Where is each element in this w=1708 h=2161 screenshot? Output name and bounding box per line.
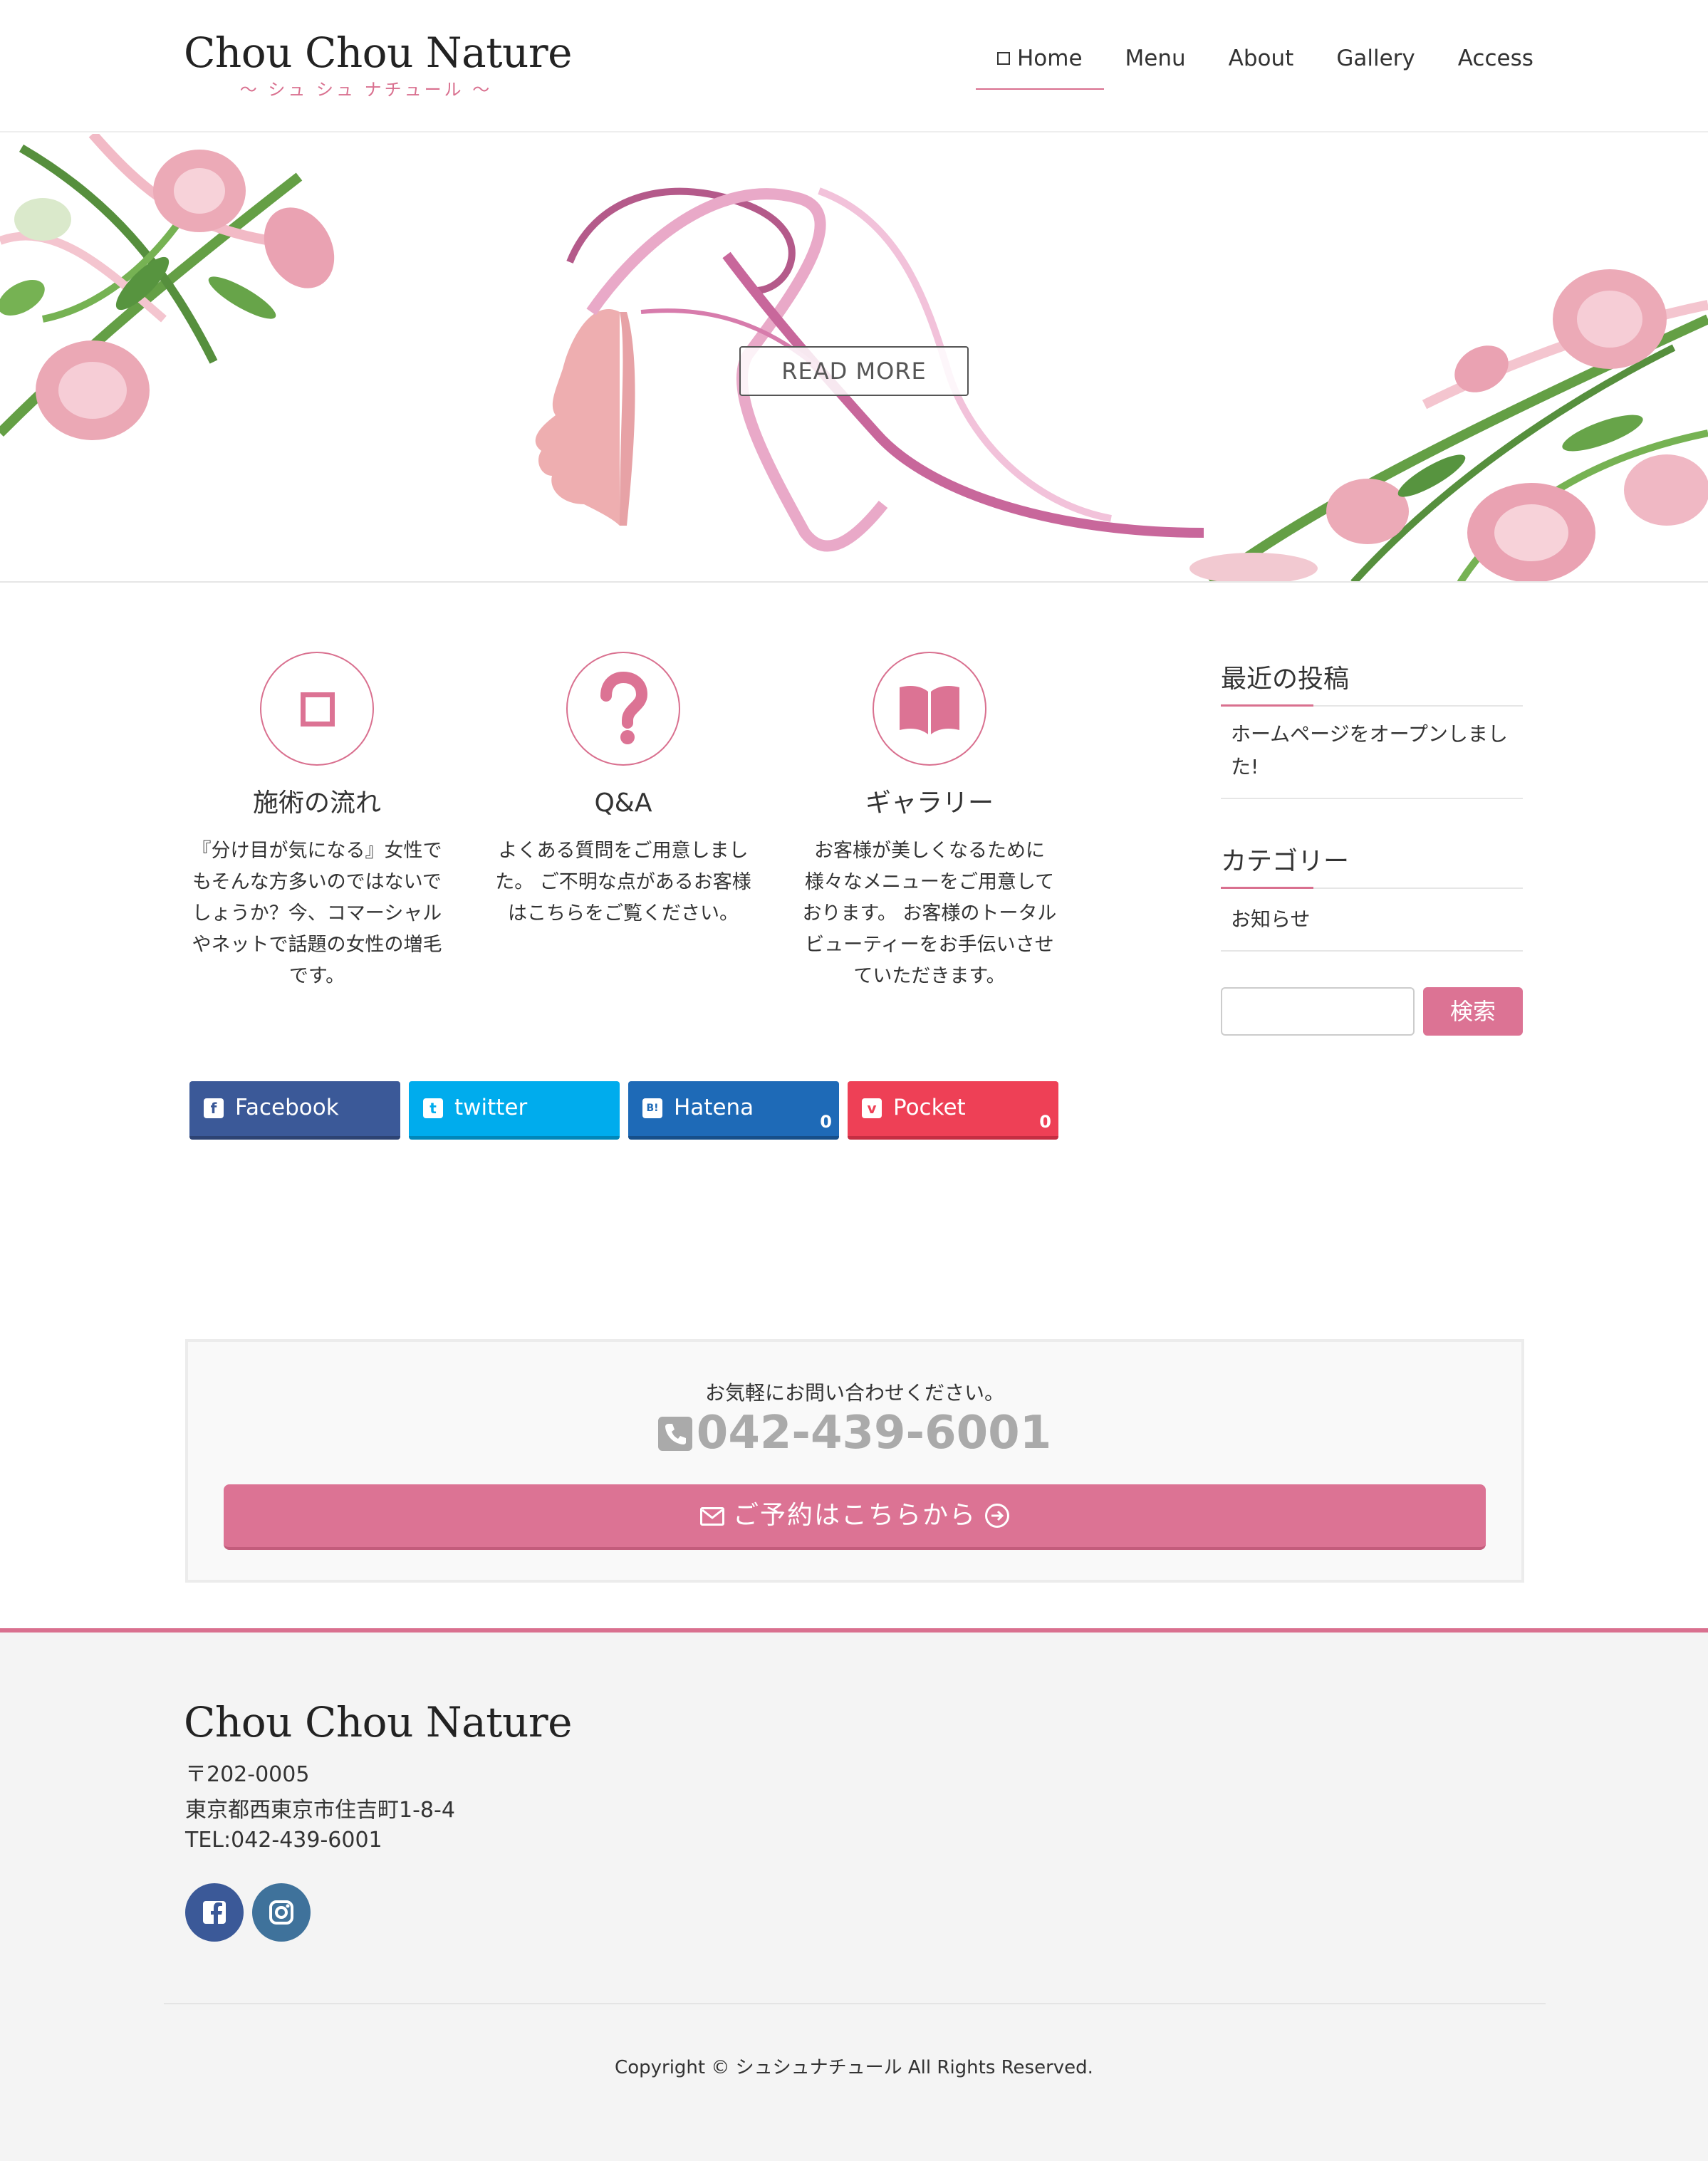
pocket-icon: v — [862, 1098, 882, 1118]
categories-title: カテゴリー — [1221, 840, 1523, 889]
nav-access-label: Access — [1457, 46, 1533, 71]
read-more-button[interactable]: READ MORE — [739, 346, 969, 396]
nav-about-label: About — [1228, 46, 1294, 71]
feature-qa: Q&A よくある質問をご用意しました。 ご不明な点があるお客様はこちらをご覧くだ… — [491, 652, 755, 930]
reservation-label: ご予約はこちらから — [732, 1501, 977, 1530]
footer-logo[interactable]: Chou Chou Nature — [184, 1698, 572, 1746]
facebook-icon — [203, 1901, 226, 1924]
footer-address: 東京都西東京市住吉町1-8-4 — [185, 1798, 455, 1823]
hero-banner: READ MORE — [0, 134, 1708, 583]
question-icon — [600, 671, 648, 744]
share-facebook-button[interactable]: f Facebook — [189, 1081, 400, 1140]
woman-profile — [535, 309, 635, 526]
share-count: 0 — [820, 1112, 832, 1132]
share-pocket-button[interactable]: v Pocket 0 — [848, 1081, 1058, 1140]
nav-about[interactable]: About — [1207, 38, 1316, 90]
contact-box: お気軽にお問い合わせください。 042-439-6001 ご予約はこちらから — [185, 1339, 1524, 1583]
contact-lead: お気軽にお問い合わせください。 — [704, 1381, 1004, 1405]
category-item[interactable]: お知らせ — [1221, 903, 1523, 952]
search-button[interactable]: 検索 — [1423, 987, 1523, 1036]
nav-gallery-label: Gallery — [1336, 46, 1415, 71]
hatena-icon: B! — [642, 1098, 662, 1118]
phone-icon — [657, 1417, 692, 1451]
feature-gallery-icon-circle[interactable] — [873, 652, 986, 766]
recent-posts-title: 最近の投稿 — [1221, 658, 1523, 707]
footer-tel: TEL:042-439-6001 — [185, 1828, 382, 1853]
categories-heading: カテゴリー — [1221, 847, 1350, 876]
nav-menu-label: Menu — [1125, 46, 1186, 71]
nav-menu[interactable]: Menu — [1104, 38, 1207, 90]
share-count: 0 — [1039, 1112, 1051, 1132]
share-label: Pocket — [893, 1095, 966, 1120]
site-footer: Chou Chou Nature 〒202-0005 東京都西東京市住吉町1-8… — [0, 1628, 1708, 2161]
nav-gallery[interactable]: Gallery — [1315, 38, 1436, 90]
nav-home[interactable]: Home — [976, 38, 1104, 90]
feature-text: 『分け目が気になる』女性でもそんな方多いのではないでしょうか？今、コマーシャルや… — [192, 840, 442, 987]
nav-access[interactable]: Access — [1437, 38, 1555, 90]
nav-home-label: Home — [1017, 46, 1083, 71]
square-icon — [301, 692, 335, 727]
twitter-icon: t — [423, 1098, 443, 1118]
site-header: Chou Chou Nature 〜 シュ シュ ナチュール 〜 Home Me… — [0, 0, 1708, 132]
feature-title[interactable]: ギャラリー — [798, 787, 1061, 820]
feature-text: お客様が美しくなるために様々なメニューをご用意しております。 お客様のトータルビ… — [802, 840, 1057, 987]
share-label: Facebook — [235, 1095, 339, 1120]
reservation-button[interactable]: ご予約はこちらから — [224, 1484, 1486, 1550]
book-icon — [900, 686, 959, 734]
instagram-icon — [269, 1900, 293, 1925]
footer-facebook-button[interactable] — [185, 1883, 244, 1942]
footer-divider — [164, 2003, 1546, 2004]
feature-gallery: ギャラリー お客様が美しくなるために様々なメニューをご用意しております。 お客様… — [798, 652, 1061, 992]
feature-flow: 施術の流れ 『分け目が気になる』女性でもそんな方多いのではないでしょうか？今、コ… — [185, 652, 449, 992]
share-twitter-button[interactable]: t twitter — [409, 1081, 620, 1140]
square-icon — [997, 52, 1010, 65]
floral-left — [0, 134, 335, 440]
site-logo[interactable]: Chou Chou Nature 〜 シュ シュ ナチュール 〜 — [184, 26, 572, 100]
contact-phone[interactable]: 042-439-6001 — [188, 1405, 1521, 1462]
recent-posts-heading: 最近の投稿 — [1221, 665, 1350, 694]
title-accent — [1221, 887, 1313, 889]
feature-title[interactable]: Q&A — [491, 787, 755, 820]
main-nav: Home Menu About Gallery Access — [976, 38, 1555, 90]
contact-phone-number: 042-439-6001 — [696, 1407, 1052, 1459]
feature-text: よくある質問をご用意しました。 ご不明な点があるお客様はこちらをご覧ください。 — [495, 840, 751, 925]
arrow-circle-icon — [985, 1504, 1009, 1528]
feature-title[interactable]: 施術の流れ — [185, 787, 449, 820]
feature-flow-icon-circle[interactable] — [260, 652, 374, 766]
copyright: Copyright © シュシュナチュール All Rights Reserve… — [615, 2057, 1093, 2078]
footer-instagram-button[interactable] — [252, 1883, 311, 1942]
logo-subtitle: 〜 シュ シュ ナチュール 〜 — [239, 80, 493, 100]
search-input[interactable] — [1221, 987, 1415, 1036]
share-hatena-button[interactable]: B! Hatena 0 — [628, 1081, 839, 1140]
footer-postal: 〒202-0005 — [185, 1762, 310, 1787]
recent-post-item[interactable]: ホームページをオープンしました! — [1221, 718, 1523, 799]
mail-icon — [699, 1507, 724, 1526]
floral-right — [1189, 269, 1708, 581]
logo-title: Chou Chou Nature — [184, 28, 572, 77]
share-label: Hatena — [674, 1095, 754, 1120]
facebook-icon: f — [204, 1098, 224, 1118]
title-accent — [1221, 704, 1313, 707]
feature-qa-icon-circle[interactable] — [566, 652, 680, 766]
share-label: twitter — [454, 1095, 528, 1120]
